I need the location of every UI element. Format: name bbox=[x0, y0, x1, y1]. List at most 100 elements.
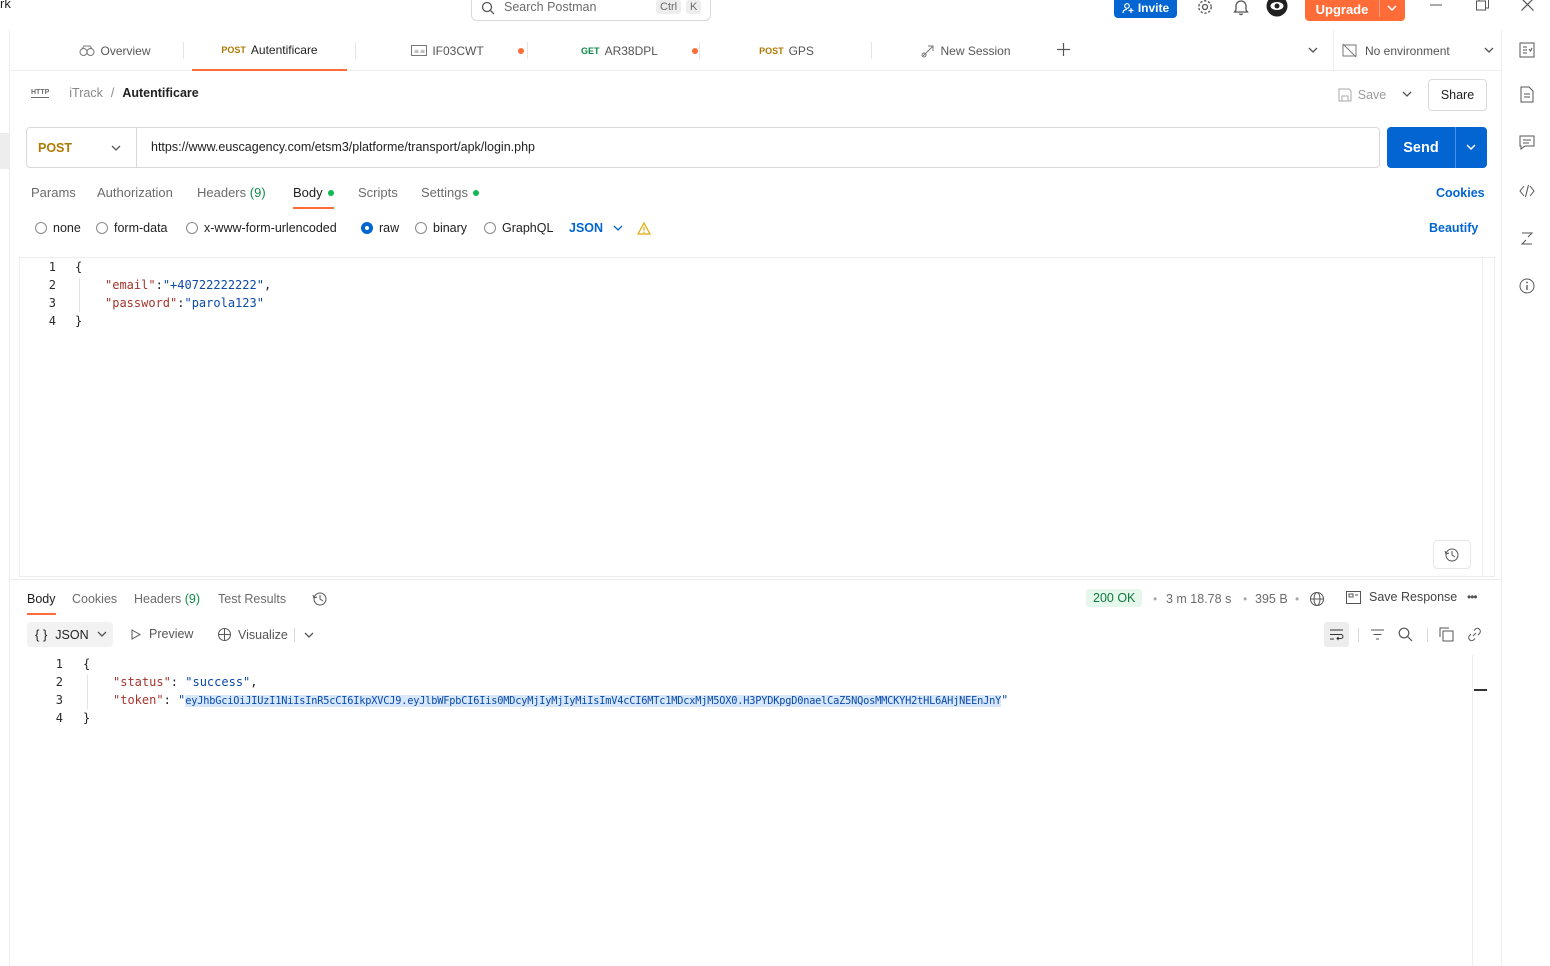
breadcrumb: HTTP iTrack / Autentificare bbox=[31, 86, 199, 100]
session-icon bbox=[921, 45, 934, 57]
variables-icon[interactable] bbox=[1519, 42, 1535, 58]
method-select[interactable]: POST bbox=[27, 128, 137, 167]
settings-gear-icon[interactable] bbox=[1196, 0, 1214, 16]
upgrade-label: Upgrade bbox=[1315, 1, 1369, 17]
comments-icon[interactable] bbox=[1519, 135, 1535, 150]
warning-icon[interactable] bbox=[637, 222, 651, 235]
meta-separator: • bbox=[1243, 592, 1248, 606]
response-format-select[interactable]: { } JSON bbox=[27, 622, 113, 647]
radio-label: x-www-form-urlencoded bbox=[204, 221, 337, 235]
radio-binary[interactable]: binary bbox=[415, 221, 467, 235]
json-value: "success" bbox=[185, 675, 251, 689]
radio-form-data[interactable]: form-data bbox=[96, 221, 168, 235]
tab-ar38dpl[interactable]: GET AR38DPL bbox=[537, 30, 702, 71]
unsaved-dot bbox=[518, 48, 524, 54]
chevron-down-icon[interactable] bbox=[1387, 5, 1397, 12]
tab-settings[interactable]: Settings bbox=[421, 183, 479, 203]
breadcrumb-collection[interactable]: iTrack bbox=[69, 86, 103, 100]
radio-urlencoded[interactable]: x-www-form-urlencoded bbox=[186, 221, 337, 235]
upgrade-button[interactable]: Upgrade bbox=[1305, 0, 1405, 21]
tab-scripts[interactable]: Scripts bbox=[358, 183, 398, 203]
svg-text:≡: ≡ bbox=[414, 48, 419, 55]
status-badge[interactable]: 200 OK bbox=[1086, 589, 1143, 607]
response-tab-body[interactable]: Body bbox=[27, 589, 56, 615]
more-options-icon[interactable]: ••• bbox=[1467, 590, 1478, 604]
environment-selector[interactable]: No environment bbox=[1342, 30, 1500, 71]
send-options-chevron-icon[interactable] bbox=[1466, 144, 1476, 151]
cookies-link[interactable]: Cookies bbox=[1436, 183, 1485, 203]
response-scroll-marker[interactable] bbox=[1474, 689, 1487, 691]
workspace-name[interactable]: rk bbox=[0, 0, 11, 11]
wrap-lines-button[interactable] bbox=[1324, 622, 1349, 647]
visualize-chevron-icon[interactable] bbox=[304, 632, 314, 639]
tab-list-chevron-icon[interactable] bbox=[1308, 47, 1318, 54]
radio-graphql[interactable]: GraphQL bbox=[484, 221, 553, 235]
radio-none[interactable]: none bbox=[35, 221, 81, 235]
invite-label: Invite bbox=[1137, 0, 1170, 15]
response-divider bbox=[10, 579, 1501, 580]
restore-icon[interactable] bbox=[1476, 0, 1489, 11]
filter-icon[interactable] bbox=[1370, 628, 1385, 641]
info-icon[interactable] bbox=[1519, 278, 1535, 294]
http-badge: HTTP bbox=[31, 89, 50, 98]
related-icon[interactable] bbox=[1520, 231, 1534, 246]
search-icon[interactable] bbox=[1398, 627, 1413, 642]
response-tab-headers[interactable]: Headers (9) bbox=[134, 589, 200, 609]
send-button[interactable]: Send bbox=[1387, 127, 1455, 168]
body-format-select[interactable]: JSON bbox=[569, 221, 623, 235]
preview-label: Preview bbox=[149, 627, 194, 641]
response-tab-test-results[interactable]: Test Results bbox=[218, 589, 286, 609]
save-button[interactable]: Save bbox=[1332, 79, 1392, 111]
url-input[interactable]: https://www.euscagency.com/etsm3/platfor… bbox=[151, 140, 535, 154]
avatar-icon[interactable] bbox=[1265, 0, 1289, 18]
env-separator bbox=[1333, 30, 1334, 71]
toolbar-separator bbox=[1427, 628, 1428, 642]
tab-if03cwt[interactable]: ≡ ≡ IF03CWT bbox=[365, 30, 530, 71]
json-value: "parola123" bbox=[184, 296, 264, 310]
copy-icon[interactable] bbox=[1439, 627, 1454, 642]
token-value-selected[interactable]: eyJhbGciOiJIUzI1NiIsInR5cCI6IkpXVCJ9.eyJ… bbox=[185, 695, 1001, 707]
active-dot bbox=[327, 190, 334, 196]
save-options-chevron-icon[interactable] bbox=[1402, 91, 1412, 98]
invite-button[interactable]: Invite bbox=[1114, 0, 1177, 18]
close-window-icon[interactable] bbox=[1521, 0, 1534, 11]
tab-autentificare[interactable]: POST Autentificare bbox=[192, 30, 347, 71]
tab-new-session[interactable]: New Session bbox=[881, 30, 1051, 71]
response-tab-cookies[interactable]: Cookies bbox=[72, 589, 117, 609]
response-time[interactable]: 3 m 18.78 s bbox=[1166, 592, 1231, 606]
tab-overview[interactable]: Overview bbox=[50, 30, 180, 71]
left-sidebar-edge bbox=[0, 30, 10, 966]
preview-button[interactable]: Preview bbox=[131, 627, 193, 641]
minimize-icon[interactable] bbox=[1430, 4, 1442, 6]
network-globe-icon[interactable] bbox=[1309, 591, 1325, 607]
visualize-button[interactable]: Visualize bbox=[217, 627, 288, 642]
tab-headers[interactable]: Headers (9) bbox=[197, 183, 266, 203]
bell-icon[interactable] bbox=[1233, 0, 1249, 16]
beautify-link[interactable]: Beautify bbox=[1429, 221, 1478, 235]
search-box[interactable]: Search Postman Ctrl K bbox=[471, 0, 711, 21]
tab-label: New Session bbox=[940, 43, 1011, 58]
radio-label: binary bbox=[433, 221, 468, 235]
json-key: "token" bbox=[113, 693, 164, 707]
save-response-label: Save Response bbox=[1369, 590, 1458, 604]
title-bar: rk Search Postman Ctrl K Invite Upgrade bbox=[0, 0, 1550, 22]
save-response-button[interactable]: Save Response bbox=[1346, 590, 1457, 604]
tab-gps[interactable]: POST GPS bbox=[709, 30, 864, 71]
documentation-icon[interactable] bbox=[1520, 86, 1534, 103]
tab-body[interactable]: Body bbox=[293, 183, 334, 209]
tab-params[interactable]: Params bbox=[31, 183, 76, 203]
code-icon[interactable] bbox=[1519, 184, 1535, 198]
history-icon[interactable] bbox=[312, 591, 328, 607]
schema-button[interactable] bbox=[1433, 540, 1471, 569]
share-button[interactable]: Share bbox=[1428, 79, 1487, 111]
tab-label: Autentificare bbox=[250, 42, 318, 57]
response-size[interactable]: 395 B bbox=[1255, 592, 1288, 606]
breadcrumb-request[interactable]: Autentificare bbox=[122, 86, 198, 100]
radio-label: form-data bbox=[114, 221, 168, 235]
new-tab-plus-icon[interactable] bbox=[1057, 43, 1070, 56]
radio-raw[interactable]: raw bbox=[361, 221, 399, 235]
radio-circle bbox=[415, 222, 427, 234]
response-headers-label: Headers bbox=[134, 592, 182, 606]
link-icon[interactable] bbox=[1467, 627, 1482, 642]
tab-authorization[interactable]: Authorization bbox=[97, 183, 173, 203]
